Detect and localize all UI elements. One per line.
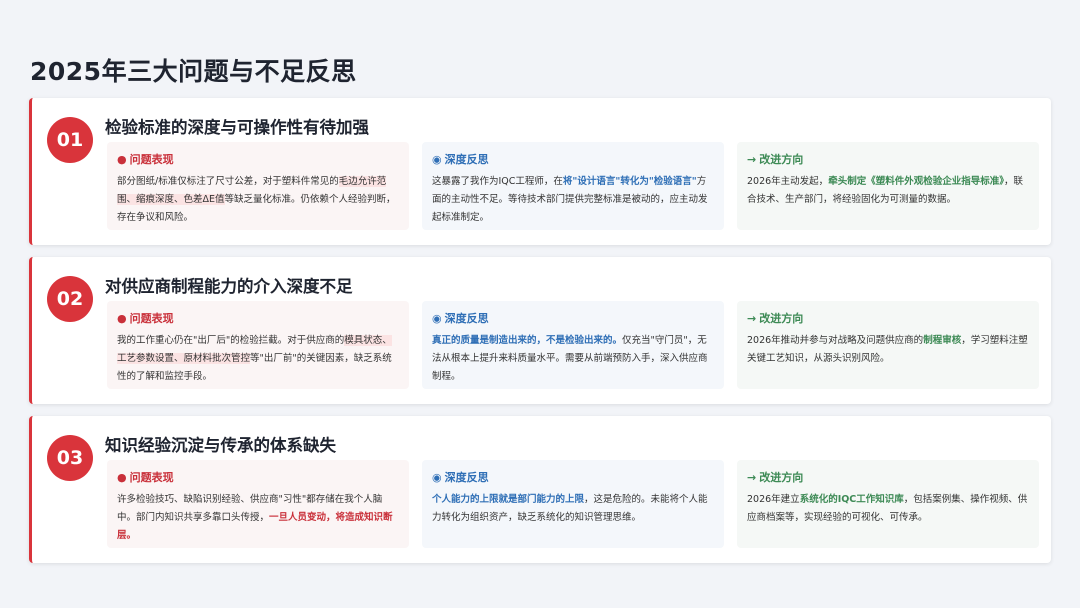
improve-header: → 改进方向: [747, 310, 1029, 326]
reflect-emphasis: 将"设计语言"转化为"检验语言": [562, 176, 697, 187]
improve-label: 改进方向: [759, 312, 804, 325]
problem-text-part: 部分图纸/标准仅标注了尺寸公差，对于塑料件常见的: [117, 176, 339, 187]
problem-header: ● 问题表现: [117, 310, 399, 326]
improve-text-part: 2026年主动发起，: [747, 176, 829, 187]
reflect-header: ◉ 深度反思: [432, 310, 714, 326]
reflect-emphasis: 个人能力的上限就是部门能力的上限: [432, 494, 585, 505]
reflect-emphasis: 真正的质量是制造出来的，不是检验出来的。: [432, 335, 623, 346]
issue-number-badge: 02: [47, 276, 93, 322]
improve-text: 2026年推动并参与对战略及问题供应商的制程审核，学习塑料注塑关键工艺知识，从源…: [747, 332, 1029, 368]
problem-box: ● 问题表现 部分图纸/标准仅标注了尺寸公差，对于塑料件常见的毛边允许范围、缩痕…: [107, 142, 409, 230]
brain-icon: ◉: [432, 470, 442, 484]
issue-number-badge: 01: [47, 117, 93, 163]
issue-number-badge: 03: [47, 435, 93, 481]
reflect-label: 深度反思: [444, 312, 489, 325]
improve-text-part: 2026年建立: [747, 494, 800, 505]
alert-circle-icon: ●: [117, 470, 127, 484]
improve-label: 改进方向: [759, 471, 804, 484]
brain-icon: ◉: [432, 152, 442, 166]
arrow-right-icon: →: [747, 470, 757, 484]
problem-label: 问题表现: [129, 312, 174, 325]
problem-box: ● 问题表现 我的工作重心仍在"出厂后"的检验拦截。对于供应商的模具状态、工艺参…: [107, 301, 409, 389]
problem-text: 我的工作重心仍在"出厂后"的检验拦截。对于供应商的模具状态、工艺参数设置、原材料…: [117, 332, 399, 386]
improve-text: 2026年建立系统化的IQC工作知识库，包括案例集、操作视频、供应商档案等，实现…: [747, 491, 1029, 527]
reflect-box: ◉ 深度反思 个人能力的上限就是部门能力的上限，这是危险的。未能将个人能力转化为…: [422, 460, 724, 548]
improve-header: → 改进方向: [747, 469, 1029, 485]
arrow-right-icon: →: [747, 311, 757, 325]
reflect-text: 真正的质量是制造出来的，不是检验出来的。仅充当"守门员"，无法从根本上提升来料质…: [432, 332, 714, 386]
arrow-right-icon: →: [747, 152, 757, 166]
issue-card-1: 01 检验标准的深度与可操作性有待加强 ● 问题表现 部分图纸/标准仅标注了尺寸…: [29, 98, 1051, 245]
improve-box: → 改进方向 2026年推动并参与对战略及问题供应商的制程审核，学习塑料注塑关键…: [737, 301, 1039, 389]
improve-emphasis: 系统化的IQC工作知识库: [799, 494, 904, 505]
problem-text: 许多检验技巧、缺陷识别经验、供应商"习性"都存储在我个人脑中。部门内知识共享多靠…: [117, 491, 399, 545]
improve-label: 改进方向: [759, 153, 804, 166]
problem-text: 部分图纸/标准仅标注了尺寸公差，对于塑料件常见的毛边允许范围、缩痕深度、色差ΔE…: [117, 173, 399, 227]
improve-box: → 改进方向 2026年建立系统化的IQC工作知识库，包括案例集、操作视频、供应…: [737, 460, 1039, 548]
problem-text-part: 我的工作重心仍在"出厂后"的检验拦截。对于供应商的: [117, 335, 345, 346]
reflect-text: 个人能力的上限就是部门能力的上限，这是危险的。未能将个人能力转化为组织资产，缺乏…: [432, 491, 714, 527]
reflect-header: ◉ 深度反思: [432, 469, 714, 485]
reflect-header: ◉ 深度反思: [432, 151, 714, 167]
issue-title: 对供应商制程能力的介入深度不足: [105, 277, 353, 296]
improve-text: 2026年主动发起，牵头制定《塑料件外观检验企业指导标准》，联合技术、生产部门，…: [747, 173, 1029, 209]
problem-box: ● 问题表现 许多检验技巧、缺陷识别经验、供应商"习性"都存储在我个人脑中。部门…: [107, 460, 409, 548]
improve-box: → 改进方向 2026年主动发起，牵头制定《塑料件外观检验企业指导标准》，联合技…: [737, 142, 1039, 230]
brain-icon: ◉: [432, 311, 442, 325]
reflect-text: 这暴露了我作为IQC工程师，在将"设计语言"转化为"检验语言"方面的主动性不足。…: [432, 173, 714, 227]
improve-header: → 改进方向: [747, 151, 1029, 167]
reflect-box: ◉ 深度反思 真正的质量是制造出来的，不是检验出来的。仅充当"守门员"，无法从根…: [422, 301, 724, 389]
issue-card-2: 02 对供应商制程能力的介入深度不足 ● 问题表现 我的工作重心仍在"出厂后"的…: [29, 257, 1051, 404]
problem-header: ● 问题表现: [117, 151, 399, 167]
issue-title: 知识经验沉淀与传承的体系缺失: [105, 436, 336, 455]
reflect-label: 深度反思: [444, 471, 489, 484]
problem-label: 问题表现: [129, 471, 174, 484]
reflect-label: 深度反思: [444, 153, 489, 166]
page-title: 2025年三大问题与不足反思: [30, 57, 357, 86]
alert-circle-icon: ●: [117, 152, 127, 166]
reflect-text-part: 这暴露了我作为IQC工程师，在: [432, 176, 563, 187]
problem-header: ● 问题表现: [117, 469, 399, 485]
issue-title: 检验标准的深度与可操作性有待加强: [105, 118, 369, 137]
improve-emphasis: 牵头制定《塑料件外观检验企业指导标准》: [828, 176, 1004, 187]
issue-card-3: 03 知识经验沉淀与传承的体系缺失 ● 问题表现 许多检验技巧、缺陷识别经验、供…: [29, 416, 1051, 563]
reflect-box: ◉ 深度反思 这暴露了我作为IQC工程师，在将"设计语言"转化为"检验语言"方面…: [422, 142, 724, 230]
improve-text-part: 2026年推动并参与对战略及问题供应商的: [747, 335, 924, 346]
improve-emphasis: 制程审核: [923, 335, 962, 346]
alert-circle-icon: ●: [117, 311, 127, 325]
problem-label: 问题表现: [129, 153, 174, 166]
